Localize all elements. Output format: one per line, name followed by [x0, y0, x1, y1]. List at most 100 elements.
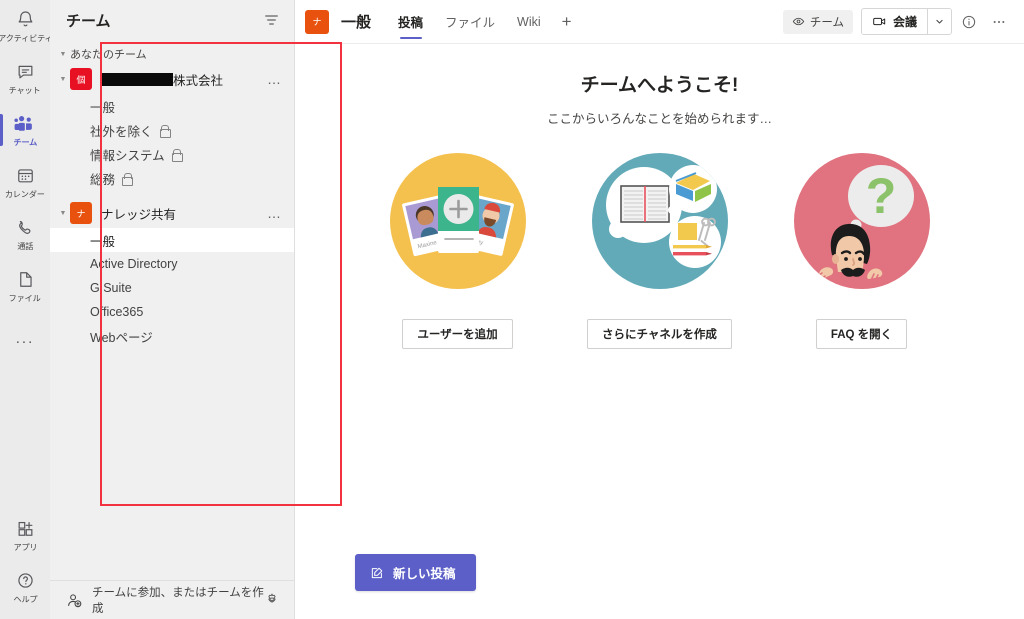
panel-header: チーム	[50, 0, 294, 40]
rail-item-calls[interactable]: 通話	[0, 208, 50, 260]
channel-name: Webページ	[90, 330, 153, 345]
open-faq-button[interactable]: FAQ を開く	[815, 319, 908, 349]
new-post-label: 新しい投稿	[393, 567, 456, 581]
calendar-icon	[16, 165, 35, 186]
bell-icon	[16, 9, 35, 30]
rail-label-activity: アクティビティ	[0, 32, 53, 43]
team-visibility-button[interactable]: チーム	[782, 9, 853, 34]
channel-tabs: 投稿 ファイル Wiki +	[387, 0, 582, 44]
people-cards-illustration: Maxine ey	[389, 153, 526, 289]
teams-tree: ▼ あなたのチーム ▼ 個 株式会社 … 一般 社外を除く 情報システム 総務 …	[50, 40, 294, 580]
more-icon[interactable]	[986, 9, 1012, 35]
your-teams-group-header[interactable]: ▼ あなたのチーム	[50, 44, 294, 64]
tab-label: Wiki	[517, 14, 541, 29]
rail-item-apps[interactable]: アプリ	[0, 509, 50, 561]
channel-row-soumu[interactable]: 総務	[50, 166, 294, 190]
meet-label: 会議	[892, 15, 917, 29]
help-icon	[16, 570, 35, 591]
svg-text:?: ?	[865, 168, 896, 224]
rail-item-calendar[interactable]: カレンダー	[0, 156, 50, 208]
tab-wiki[interactable]: Wiki	[506, 0, 552, 44]
channel-row-joho-system[interactable]: 情報システム	[50, 142, 294, 166]
channel-name: 情報システム	[90, 148, 165, 163]
gear-icon[interactable]	[264, 592, 280, 608]
chevron-down-icon[interactable]: ▼	[56, 210, 70, 217]
eye-icon	[792, 15, 805, 28]
channel-name: 一般	[90, 234, 116, 249]
rail-item-files[interactable]: ファイル	[0, 260, 50, 312]
team-name: 株式会社	[101, 70, 267, 89]
panel-footer: チームに参加、またはチームを作成	[50, 580, 294, 619]
add-team-icon	[66, 592, 83, 609]
new-post-button[interactable]: 新しい投稿	[355, 554, 476, 591]
page-title: チーム	[66, 12, 111, 30]
tab-label: 投稿	[398, 16, 424, 30]
meet-now-button[interactable]: 会議	[861, 9, 927, 34]
teams-icon	[14, 113, 36, 134]
join-or-create-team-label: チームに参加、またはチームを作成	[92, 587, 264, 615]
rail-label-chat: チャット	[9, 84, 41, 95]
rail-label-calendar: カレンダー	[5, 188, 45, 199]
lock-icon	[171, 148, 183, 162]
rail-item-chat[interactable]: チャット	[0, 52, 50, 104]
welcome-cards: Maxine ey ユーザーを追加 さらにチャネルを作成 ? FAQ を開く	[373, 153, 947, 349]
rail-label-files: ファイル	[9, 292, 41, 303]
channel-row-shagai[interactable]: 社外を除く	[50, 118, 294, 142]
channel-row-general-2[interactable]: 一般	[50, 228, 294, 252]
channel-row-office365[interactable]: Office365	[50, 300, 294, 324]
channel-name: 一般	[90, 100, 116, 115]
channel-name: Office365	[90, 305, 144, 319]
rail-item-activity[interactable]: アクティビティ	[0, 0, 53, 52]
compose-icon	[370, 566, 384, 580]
team-pill-label: チーム	[809, 16, 844, 29]
rail-item-teams[interactable]: チーム	[0, 104, 50, 156]
rail-label-teams: チーム	[13, 136, 37, 147]
team-row[interactable]: ▼ ナ ナレッジ共有 …	[50, 198, 294, 228]
tab-files[interactable]: ファイル	[434, 0, 506, 44]
teams-list-panel: チーム ▼ あなたのチーム ▼ 個 株式会社 … 一般 社外を除く 情報システム…	[50, 0, 342, 619]
lock-icon	[159, 124, 171, 138]
video-icon	[872, 14, 887, 29]
welcome-card-add-users: Maxine ey ユーザーを追加	[373, 153, 543, 349]
tab-label: ファイル	[445, 16, 496, 30]
main-content: ナ 一般 投稿 ファイル Wiki + チーム 会議 チームへようこそ! ここか…	[295, 0, 1024, 619]
channel-toolbar: ナ 一般 投稿 ファイル Wiki + チーム 会議	[295, 0, 1024, 44]
question-person-illustration: ?	[793, 153, 930, 289]
meet-dropdown-caret-icon[interactable]	[927, 9, 951, 34]
filter-icon[interactable]	[262, 11, 280, 29]
welcome-area: チームへようこそ! ここからいろんなことを始められます… Maxine ey ユ…	[295, 44, 1024, 619]
info-icon[interactable]	[956, 9, 982, 35]
channel-row-general-1[interactable]: 一般	[50, 94, 294, 118]
rail-label-calls: 通話	[17, 240, 33, 251]
channel-name: 社外を除く	[90, 124, 153, 139]
lock-icon	[122, 172, 134, 186]
rail-item-help[interactable]: ヘルプ	[0, 561, 50, 613]
channel-row-webpage[interactable]: Webページ	[50, 324, 294, 348]
chat-icon	[16, 61, 35, 82]
channel-name: 総務	[90, 172, 116, 187]
rail-item-more[interactable]: ...	[0, 312, 50, 364]
phone-icon	[16, 217, 35, 238]
avatar: ナ	[305, 9, 329, 34]
tab-posts[interactable]: 投稿	[387, 0, 434, 44]
team-more-options-icon[interactable]: …	[267, 71, 294, 86]
channel-row-active-directory[interactable]: Active Directory	[50, 252, 294, 276]
create-channels-button[interactable]: さらにチャネルを作成	[587, 319, 732, 349]
channel-title: 一般	[341, 14, 372, 31]
file-icon	[16, 269, 35, 290]
welcome-title: チームへようこそ!	[580, 75, 739, 96]
toolbar-actions: チーム 会議	[782, 8, 1012, 35]
your-teams-label: あなたのチーム	[70, 49, 147, 61]
add-tab-button[interactable]: +	[552, 0, 582, 44]
channel-row-g-suite[interactable]: G Suite	[50, 276, 294, 300]
team-row[interactable]: ▼ 個 株式会社 …	[50, 64, 294, 94]
avatar: ナ	[70, 202, 92, 224]
apps-icon	[16, 518, 35, 539]
add-users-button[interactable]: ユーザーを追加	[402, 319, 513, 349]
chevron-down-icon[interactable]: ▼	[56, 76, 70, 83]
redacted-team-name	[101, 72, 173, 86]
chevron-down-icon: ▼	[59, 50, 67, 58]
teams-app-window: アクティビティ チャット チーム カレンダー 通話 ファイル ... アプリ ヘ…	[0, 0, 1024, 619]
welcome-card-faq: ? FAQ を開く	[777, 153, 947, 349]
team-more-options-icon[interactable]: …	[267, 205, 294, 220]
